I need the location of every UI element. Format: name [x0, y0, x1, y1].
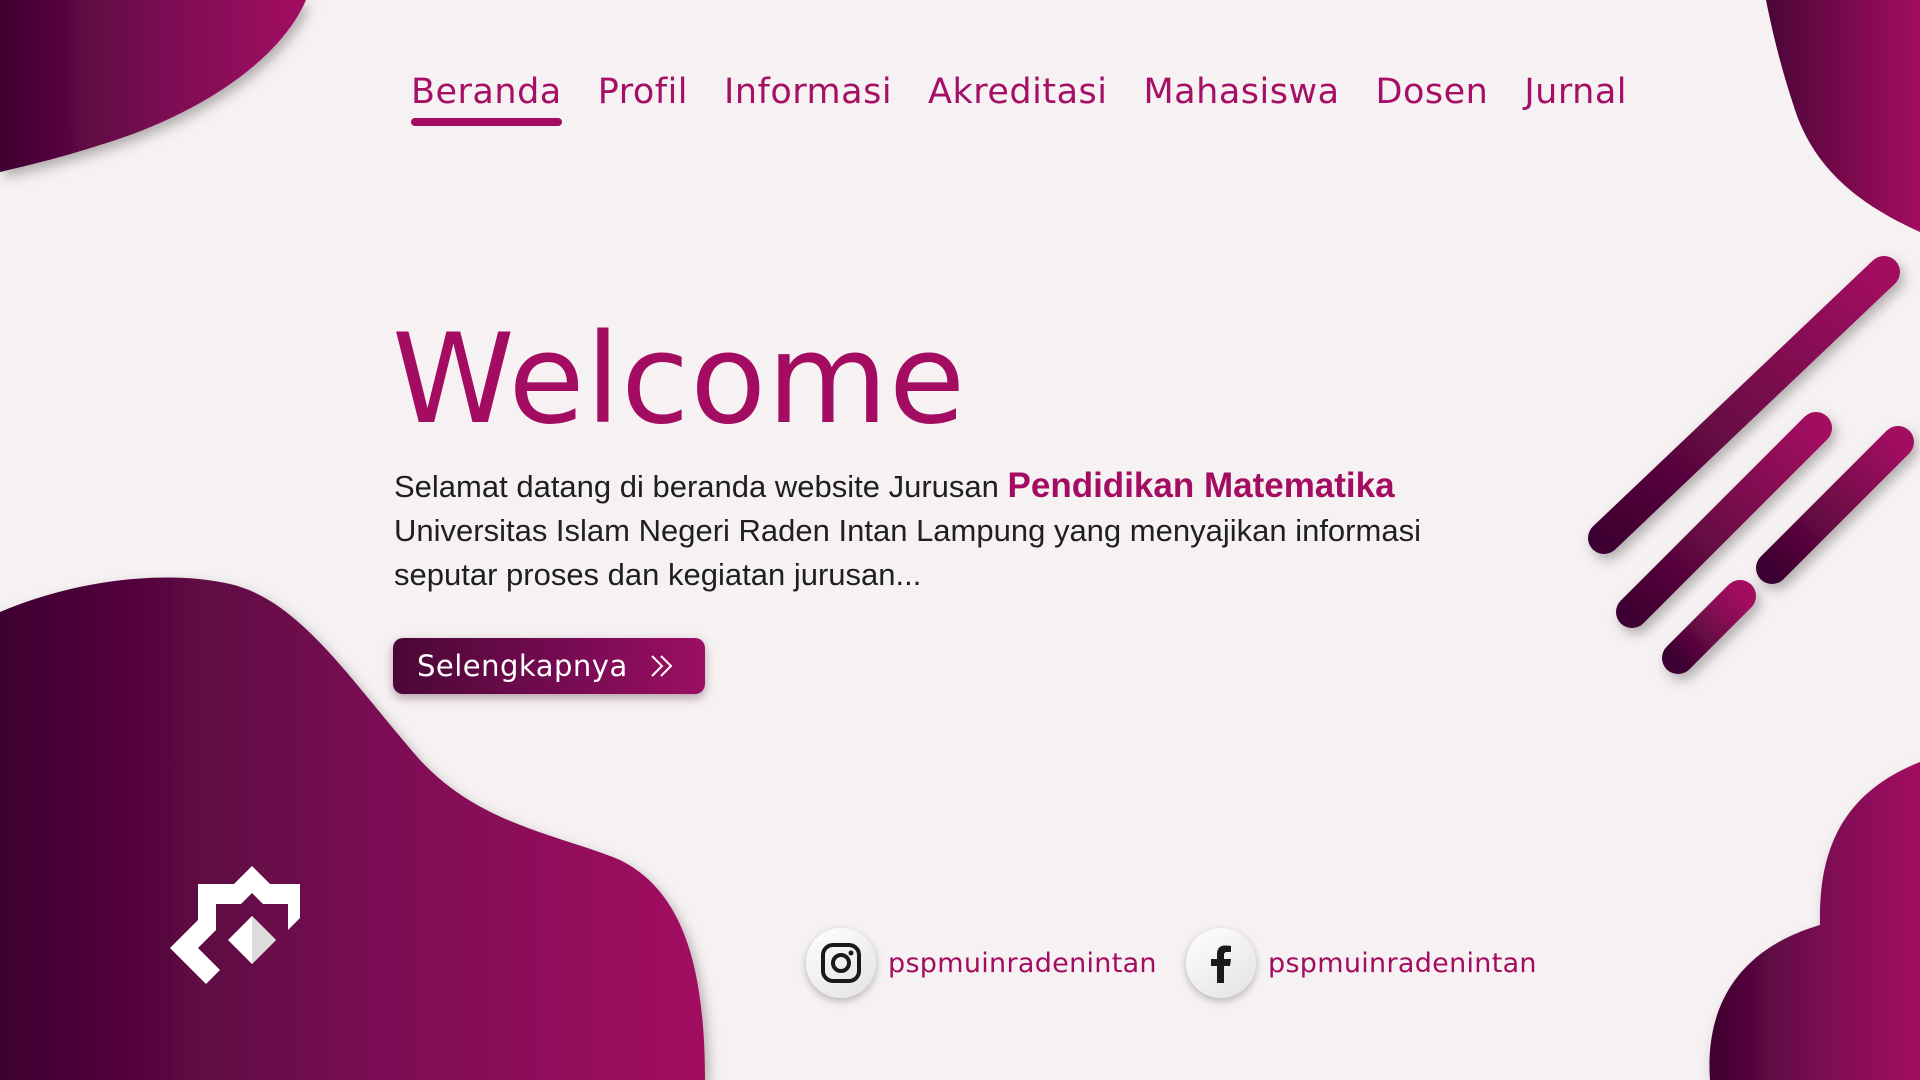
hero-title: Welcome [392, 308, 967, 452]
instagram-link[interactable]: pspmuinradenintan [806, 928, 1157, 998]
hero-text-highlight: Pendidikan Matematika [1007, 466, 1395, 505]
facebook-handle: pspmuinradenintan [1268, 947, 1537, 979]
double-chevron-right-icon [651, 655, 673, 677]
nav-item-dosen[interactable]: Dosen [1376, 72, 1489, 126]
nav-item-profil[interactable]: Profil [598, 72, 688, 126]
nav-item-informasi[interactable]: Informasi [724, 72, 892, 126]
nav-item-beranda[interactable]: Beranda [411, 72, 562, 126]
nav-item-mahasiswa[interactable]: Mahasiswa [1143, 72, 1339, 126]
nav-item-jurnal[interactable]: Jurnal [1524, 72, 1627, 126]
top-left-blob [0, 0, 306, 172]
instagram-icon-circle [806, 928, 876, 998]
hero-description: Selamat datang di beranda website Jurusa… [394, 464, 1444, 597]
top-right-blob [1766, 0, 1920, 232]
facebook-link[interactable]: pspmuinradenintan [1186, 928, 1537, 998]
instagram-icon [821, 943, 861, 983]
bottom-right-blob [1709, 762, 1920, 1080]
diagonal-bar-4 [1662, 580, 1756, 674]
nav-item-akreditasi[interactable]: Akreditasi [928, 72, 1107, 126]
facebook-icon-circle [1186, 928, 1256, 998]
selengkapnya-label: Selengkapnya [417, 649, 628, 683]
main-nav: Beranda Profil Informasi Akreditasi Maha… [411, 72, 1627, 126]
facebook-icon [1211, 945, 1231, 983]
hero-text-suffix: Universitas Islam Negeri Raden Intan Lam… [394, 513, 1421, 592]
instagram-handle: pspmuinradenintan [888, 947, 1157, 979]
diagonal-bar-2 [1616, 412, 1832, 628]
selengkapnya-button[interactable]: Selengkapnya [393, 638, 705, 694]
hero-text-prefix: Selamat datang di beranda website Jurusa… [394, 469, 1008, 504]
university-logo-icon [170, 866, 300, 984]
